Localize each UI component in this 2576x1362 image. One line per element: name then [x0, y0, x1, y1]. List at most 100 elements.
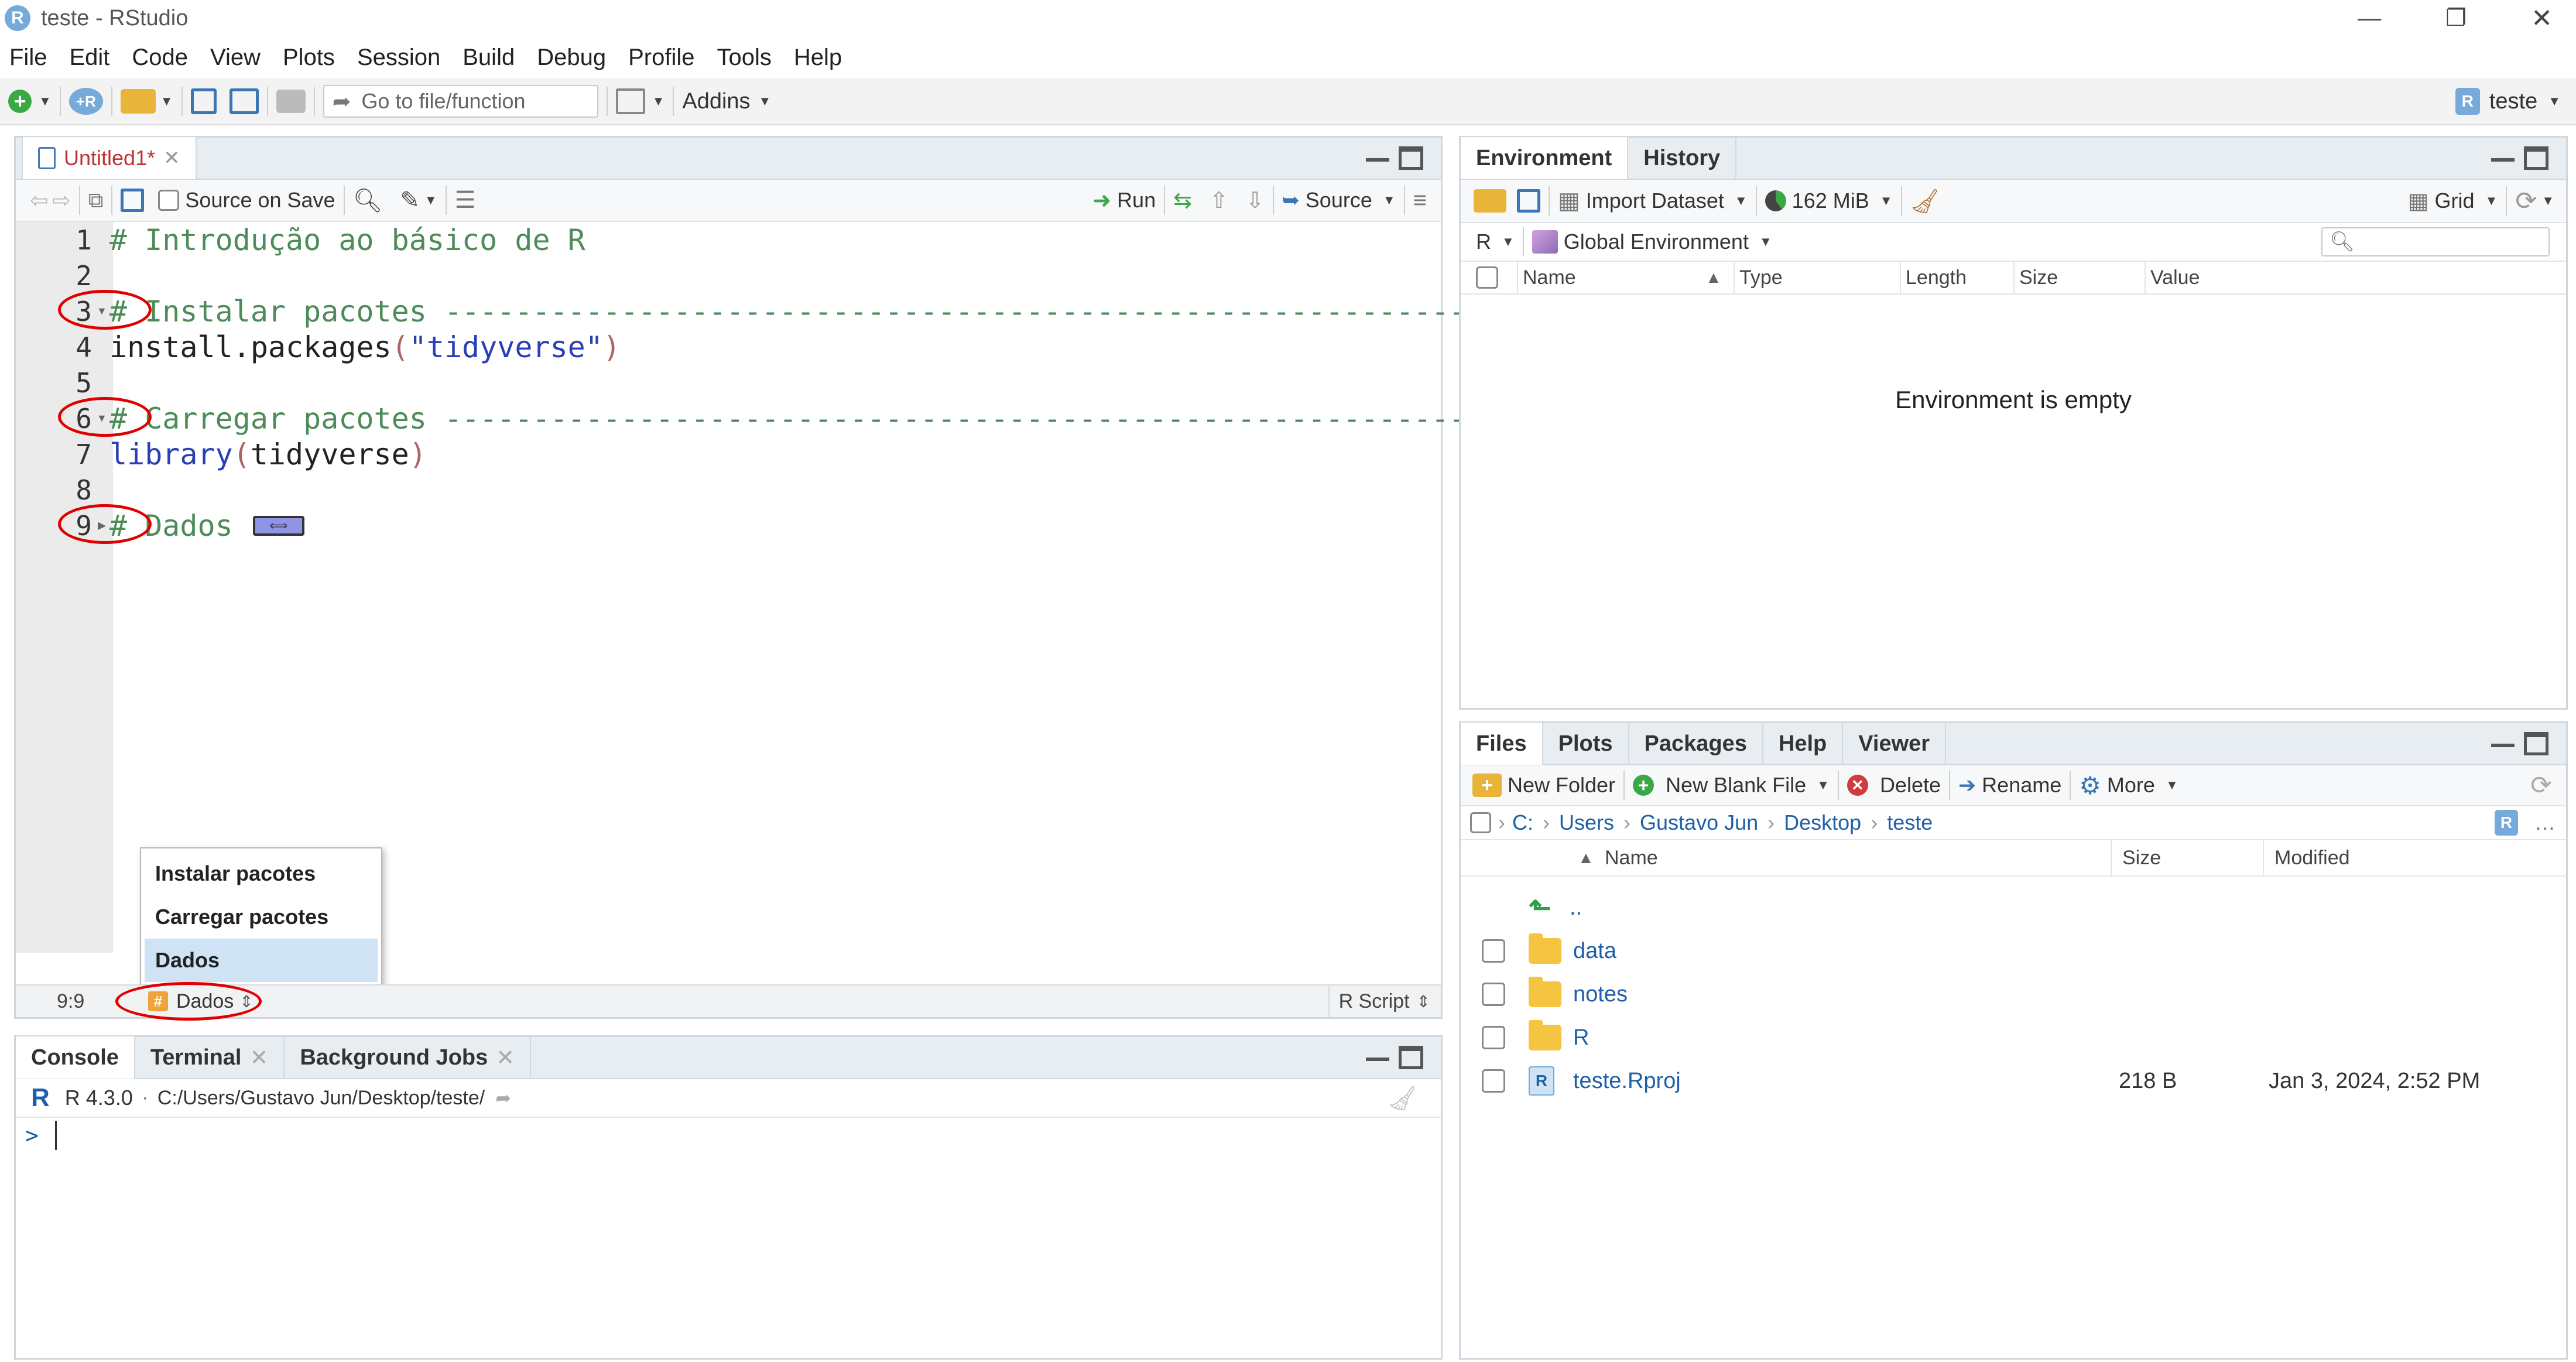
addins-menu[interactable]: Addins [682, 89, 750, 114]
pane-layout-dropdown-icon[interactable]: ▼ [652, 94, 665, 109]
delete-button[interactable]: ✕ Delete [1847, 773, 1941, 798]
column-name[interactable]: Name [1523, 266, 1576, 289]
column-name[interactable]: Name [1605, 847, 1658, 870]
clear-console-icon[interactable]: 🧹︎ [1388, 1084, 1417, 1112]
new-blank-file-button[interactable]: + New Blank File ▼ [1633, 773, 1830, 798]
working-directory[interactable]: C:/Users/Gustavo Jun/Desktop/teste/ [157, 1087, 485, 1110]
section-menu-item[interactable]: Instalar pacotes [145, 852, 378, 895]
show-in-window-icon[interactable]: ⧉ [88, 188, 104, 213]
tab-background-jobs[interactable]: Background Jobs ✕ [285, 1036, 532, 1079]
console-input-line[interactable]: > [16, 1118, 1441, 1153]
go-to-project-dir-icon[interactable]: R [2495, 810, 2518, 836]
new-folder-button[interactable]: + New Folder [1472, 773, 1615, 798]
source-dropdown-icon[interactable]: ▼ [1383, 193, 1396, 208]
refresh-dropdown-icon[interactable]: ▼ [2541, 193, 2554, 208]
file-name[interactable]: notes [1573, 982, 1628, 1007]
tab-viewer[interactable]: Viewer [1843, 723, 1947, 765]
minimize-pane-icon[interactable] [1366, 155, 1389, 162]
environment-scope-selector[interactable]: Global Environment [1564, 230, 1749, 254]
clear-workspace-broom-icon[interactable]: 🧹︎ [1910, 187, 1940, 215]
breadcrumb-user[interactable]: Gustavo Jun [1640, 810, 1758, 835]
code-tools-wand-icon[interactable]: ✎ [400, 187, 420, 214]
print-icon[interactable] [276, 90, 306, 113]
tab-untitled1[interactable]: Untitled1* ✕ [22, 137, 197, 179]
file-row[interactable]: R [1461, 1016, 2566, 1059]
minimize-window-icon[interactable]: — [2358, 5, 2381, 32]
menu-edit[interactable]: Edit [69, 45, 109, 71]
maximize-pane-icon[interactable] [1399, 1046, 1423, 1069]
more-button[interactable]: ⚙ More ▼ [2079, 771, 2178, 800]
code-text[interactable]: # Instalar pacotes ---------------------… [109, 295, 1484, 328]
minimize-pane-icon[interactable] [2491, 155, 2515, 162]
close-window-icon[interactable]: ✕ [2531, 4, 2553, 33]
file-row[interactable]: data [1461, 929, 2566, 973]
folded-code-marker-icon[interactable]: ⟺ [252, 515, 304, 536]
menu-tools[interactable]: Tools [717, 45, 771, 71]
save-workspace-icon[interactable] [1517, 189, 1540, 213]
refresh-icon[interactable]: ⟳ [2515, 186, 2537, 216]
document-outline-icon[interactable]: ☰ [455, 187, 476, 214]
tab-console[interactable]: Console [16, 1036, 135, 1079]
file-type-selector[interactable]: R Script ⇕ [1328, 985, 1441, 1018]
editor-save-icon[interactable] [121, 189, 145, 212]
forward-arrow-icon[interactable]: ⇨ [52, 187, 71, 214]
view-mode-selector[interactable]: Grid [2435, 189, 2475, 213]
source-on-save-checkbox[interactable] [158, 190, 180, 211]
select-all-files-checkbox[interactable] [1470, 812, 1491, 833]
tab-terminal[interactable]: Terminal ✕ [135, 1036, 285, 1079]
open-folder-icon[interactable] [120, 89, 156, 114]
save-all-icon[interactable] [229, 88, 259, 114]
go-next-section-icon[interactable]: ⇩ [1246, 187, 1265, 214]
new-file-icon[interactable]: + [8, 89, 32, 113]
file-name[interactable]: data [1573, 939, 1616, 964]
file-row-parent[interactable]: ⬑ .. [1461, 886, 2566, 929]
find-icon[interactable]: 🔍︎ [353, 187, 383, 214]
code-text[interactable]: library(tidyverse) [109, 437, 427, 471]
outline-lines-icon[interactable]: ≡ [1413, 187, 1427, 214]
menu-session[interactable]: Session [357, 45, 440, 71]
menu-code[interactable]: Code [132, 45, 188, 71]
column-modified[interactable]: Modified [2274, 847, 2350, 870]
file-row[interactable]: R teste.Rproj 218 B Jan 3, 2024, 2:52 PM [1461, 1059, 2566, 1103]
save-icon[interactable] [190, 88, 217, 114]
file-checkbox[interactable] [1482, 1069, 1505, 1093]
pane-layout-icon[interactable] [615, 88, 645, 114]
language-selector[interactable]: R [1476, 230, 1491, 254]
language-dropdown-icon[interactable]: ▼ [1502, 234, 1515, 249]
column-type[interactable]: Type [1739, 266, 1783, 289]
breadcrumb-drive[interactable]: C: [1512, 810, 1533, 835]
close-tab-icon[interactable]: ✕ [249, 1045, 268, 1071]
column-length[interactable]: Length [1906, 266, 1967, 289]
breadcrumb-desktop[interactable]: Desktop [1784, 810, 1861, 835]
menu-debug[interactable]: Debug [537, 45, 606, 71]
project-name[interactable]: teste [2489, 89, 2537, 114]
minimize-pane-icon[interactable] [2491, 740, 2515, 747]
close-tab-icon[interactable]: ✕ [163, 146, 180, 170]
tab-plots[interactable]: Plots [1543, 723, 1629, 765]
view-mode-dropdown-icon[interactable]: ▼ [2485, 193, 2498, 208]
maximize-pane-icon[interactable] [2524, 146, 2548, 170]
file-checkbox[interactable] [1482, 1026, 1505, 1049]
goto-file-input[interactable]: ➦ Go to file/function [323, 85, 598, 118]
breadcrumb-users[interactable]: Users [1559, 810, 1614, 835]
menu-view[interactable]: View [210, 45, 261, 71]
menu-profile[interactable]: Profile [628, 45, 694, 71]
load-workspace-icon[interactable] [1474, 189, 1506, 213]
section-menu-item-selected[interactable]: Dados [145, 939, 378, 982]
menu-build[interactable]: Build [463, 45, 515, 71]
go-previous-section-icon[interactable]: ⇧ [1210, 187, 1228, 214]
minimize-pane-icon[interactable] [1366, 1054, 1389, 1061]
code-text[interactable]: # Carregar pacotes ---------------------… [109, 402, 1484, 436]
run-button[interactable]: Run [1117, 188, 1156, 213]
parent-directory-link[interactable]: .. [1570, 895, 1582, 920]
rerun-icon[interactable]: ⇆ [1173, 187, 1192, 214]
rename-button[interactable]: ➔ Rename [1958, 773, 2061, 798]
maximize-pane-icon[interactable] [2524, 732, 2548, 755]
column-size[interactable]: Size [2122, 847, 2161, 870]
menu-file[interactable]: File [9, 45, 47, 71]
source-button[interactable]: Source [1306, 188, 1372, 213]
open-dropdown-icon[interactable]: ▼ [160, 94, 173, 109]
file-name[interactable]: teste.Rproj [1573, 1069, 1681, 1094]
import-dataset-dropdown-icon[interactable]: ▼ [1735, 193, 1748, 208]
restore-window-icon[interactable]: ❐ [2445, 5, 2467, 32]
